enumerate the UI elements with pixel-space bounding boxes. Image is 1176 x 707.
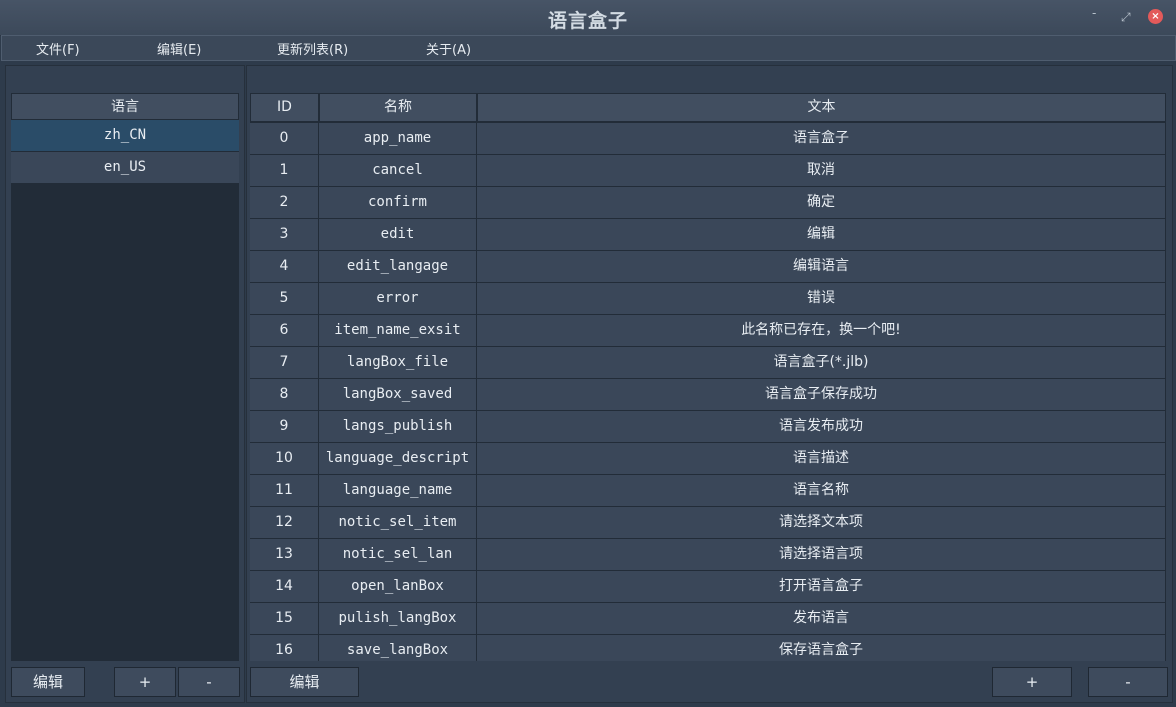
row-text-cell[interactable]: 语言名称 — [477, 475, 1166, 506]
row-id-cell[interactable]: 15 — [250, 603, 319, 634]
language-item-selected[interactable]: zh_CN — [11, 120, 239, 152]
row-text-cell[interactable]: 保存语言盒子 — [477, 635, 1166, 661]
row-text-cell[interactable]: 发布语言 — [477, 603, 1166, 634]
table-row[interactable]: 5 error 错误 — [250, 282, 1166, 314]
table-row[interactable]: 15 pulish_langBox 发布语言 — [250, 602, 1166, 634]
window-title: 语言盒子 — [547, 10, 628, 32]
row-id-cell[interactable]: 7 — [250, 347, 319, 378]
row-id-cell[interactable]: 3 — [250, 219, 319, 250]
row-id-cell[interactable]: 14 — [250, 571, 319, 602]
row-id-cell[interactable]: 0 — [250, 123, 319, 154]
row-text-cell[interactable]: 语言盒子 — [477, 123, 1166, 154]
row-name-cell[interactable]: language_descript — [319, 443, 477, 474]
row-name-cell[interactable]: open_lanBox — [319, 571, 477, 602]
row-id-cell[interactable]: 6 — [250, 315, 319, 346]
column-header-id[interactable]: ID — [250, 93, 319, 122]
row-name-cell[interactable]: edit — [319, 219, 477, 250]
table-row[interactable]: 14 open_lanBox 打开语言盒子 — [250, 570, 1166, 602]
menu-bar: 文件(F) 编辑(E) 更新列表(R) 关于(A) — [1, 35, 1176, 61]
table-row[interactable]: 12 notic_sel_item 请选择文本项 — [250, 506, 1166, 538]
menu-refresh-list[interactable]: 更新列表(R) — [277, 39, 348, 58]
row-name-cell[interactable]: edit_langage — [319, 251, 477, 282]
row-text-cell[interactable]: 取消 — [477, 155, 1166, 186]
row-text-cell[interactable]: 语言描述 — [477, 443, 1166, 474]
row-name-cell[interactable]: langBox_saved — [319, 379, 477, 410]
row-id-cell[interactable]: 9 — [250, 411, 319, 442]
row-id-cell[interactable]: 10 — [250, 443, 319, 474]
row-text-cell[interactable]: 打开语言盒子 — [477, 571, 1166, 602]
row-name-cell[interactable]: pulish_langBox — [319, 603, 477, 634]
menu-edit[interactable]: 编辑(E) — [157, 39, 201, 58]
row-id-cell[interactable]: 4 — [250, 251, 319, 282]
row-name-cell[interactable]: langs_publish — [319, 411, 477, 442]
table-row[interactable]: 11 language_name 语言名称 — [250, 474, 1166, 506]
menu-file[interactable]: 文件(F) — [36, 39, 80, 58]
row-id-cell[interactable]: 16 — [250, 635, 319, 661]
row-name-cell[interactable]: language_name — [319, 475, 477, 506]
row-text-cell[interactable]: 请选择文本项 — [477, 507, 1166, 538]
table-row[interactable]: 8 langBox_saved 语言盒子保存成功 — [250, 378, 1166, 410]
table-row[interactable]: 16 save_langBox 保存语言盒子 — [250, 634, 1166, 661]
language-list[interactable]: zh_CN en_US — [11, 120, 239, 661]
table-row[interactable]: 3 edit 编辑 — [250, 218, 1166, 250]
text-panel: ID 名称 文本 0 app_name 语言盒子 1 cancel 取消 2 confirm 确… — [246, 65, 1173, 703]
row-name-cell[interactable]: cancel — [319, 155, 477, 186]
row-text-cell[interactable]: 编辑 — [477, 219, 1166, 250]
table-row[interactable]: 10 language_descript 语言描述 — [250, 442, 1166, 474]
table-row[interactable]: 2 confirm 确定 — [250, 186, 1166, 218]
table-row[interactable]: 0 app_name 语言盒子 — [250, 122, 1166, 154]
remove-language-button[interactable]: - — [178, 667, 240, 697]
language-item[interactable]: en_US — [11, 152, 239, 184]
table-row[interactable]: 7 langBox_file 语言盒子(*.jlb) — [250, 346, 1166, 378]
row-text-cell[interactable]: 编辑语言 — [477, 251, 1166, 282]
table-body: 0 app_name 语言盒子 1 cancel 取消 2 confirm 确定 3 edit 编辑 4… — [250, 122, 1166, 661]
row-text-cell[interactable]: 语言盒子(*.jlb) — [477, 347, 1166, 378]
row-text-cell[interactable]: 此名称已存在，换一个吧! — [477, 315, 1166, 346]
row-name-cell[interactable]: notic_sel_lan — [319, 539, 477, 570]
row-text-cell[interactable]: 语言盒子保存成功 — [477, 379, 1166, 410]
row-text-cell[interactable]: 错误 — [477, 283, 1166, 314]
row-name-cell[interactable]: save_langBox — [319, 635, 477, 661]
row-text-cell[interactable]: 确定 — [477, 187, 1166, 218]
row-name-cell[interactable]: confirm — [319, 187, 477, 218]
row-id-cell[interactable]: 12 — [250, 507, 319, 538]
table-header: ID 名称 文本 — [250, 93, 1166, 122]
edit-language-button[interactable]: 编辑 — [11, 667, 85, 697]
title-bar: 语言盒子 - ⤢ × — [0, 0, 1176, 36]
add-language-button[interactable]: + — [114, 667, 176, 697]
column-header-name[interactable]: 名称 — [319, 93, 477, 122]
row-id-cell[interactable]: 13 — [250, 539, 319, 570]
table-row[interactable]: 6 item_name_exsit 此名称已存在，换一个吧! — [250, 314, 1166, 346]
row-name-cell[interactable]: error — [319, 283, 477, 314]
menu-about[interactable]: 关于(A) — [426, 39, 471, 58]
table-row[interactable]: 9 langs_publish 语言发布成功 — [250, 410, 1166, 442]
add-text-button[interactable]: + — [992, 667, 1072, 697]
minimize-icon[interactable]: - — [1092, 6, 1096, 20]
row-text-cell[interactable]: 语言发布成功 — [477, 411, 1166, 442]
row-name-cell[interactable]: item_name_exsit — [319, 315, 477, 346]
row-id-cell[interactable]: 8 — [250, 379, 319, 410]
language-panel: 语言 zh_CN en_US 编辑 + - — [5, 65, 245, 703]
row-id-cell[interactable]: 11 — [250, 475, 319, 506]
row-name-cell[interactable]: langBox_file — [319, 347, 477, 378]
table-row[interactable]: 4 edit_langage 编辑语言 — [250, 250, 1166, 282]
language-list-header: 语言 — [11, 93, 239, 120]
table-row[interactable]: 13 notic_sel_lan 请选择语言项 — [250, 538, 1166, 570]
close-icon[interactable]: × — [1148, 9, 1163, 24]
edit-text-button[interactable]: 编辑 — [250, 667, 359, 697]
table-row[interactable]: 1 cancel 取消 — [250, 154, 1166, 186]
row-id-cell[interactable]: 2 — [250, 187, 319, 218]
column-header-text[interactable]: 文本 — [477, 93, 1166, 122]
row-id-cell[interactable]: 1 — [250, 155, 319, 186]
row-text-cell[interactable]: 请选择语言项 — [477, 539, 1166, 570]
row-name-cell[interactable]: app_name — [319, 123, 477, 154]
remove-text-button[interactable]: - — [1088, 667, 1168, 697]
row-id-cell[interactable]: 5 — [250, 283, 319, 314]
maximize-icon[interactable]: ⤢ — [1121, 10, 1131, 25]
text-table[interactable]: ID 名称 文本 0 app_name 语言盒子 1 cancel 取消 2 confirm 确… — [250, 93, 1166, 661]
row-name-cell[interactable]: notic_sel_item — [319, 507, 477, 538]
